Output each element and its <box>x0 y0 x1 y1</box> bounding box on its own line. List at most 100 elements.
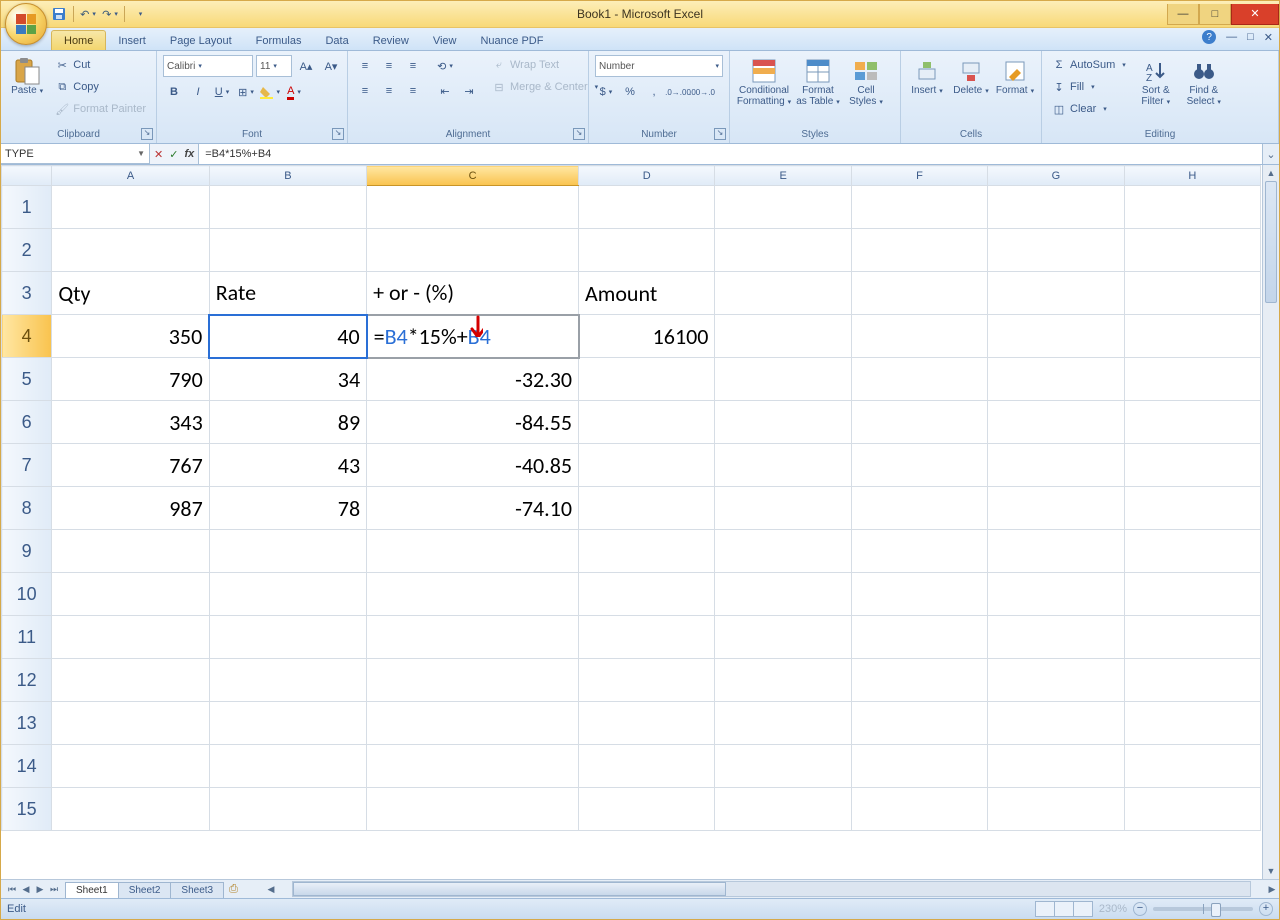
sheet-tab[interactable]: Sheet3 <box>170 882 224 898</box>
cell[interactable]: 78 <box>209 487 366 530</box>
cell[interactable] <box>52 745 209 788</box>
merge-center-button[interactable]: ⊟Merge & Center▾ <box>488 77 602 97</box>
row-header[interactable]: 8 <box>2 487 52 530</box>
italic-button[interactable]: I <box>187 81 209 103</box>
cell[interactable] <box>851 186 987 229</box>
wrap-text-button[interactable]: ⤶Wrap Text <box>488 55 602 75</box>
cell[interactable] <box>988 530 1124 573</box>
cell[interactable]: 89 <box>209 401 366 444</box>
mdi-restore-button[interactable]: □ <box>1247 31 1254 43</box>
tab-insert[interactable]: Insert <box>106 31 158 50</box>
redo-icon[interactable]: ↷▾ <box>102 6 118 22</box>
cell[interactable] <box>715 616 851 659</box>
cell[interactable] <box>988 315 1124 358</box>
accounting-button[interactable]: $▾ <box>595 81 617 103</box>
cell[interactable] <box>851 444 987 487</box>
cell[interactable] <box>52 530 209 573</box>
column-header[interactable]: E <box>715 166 851 186</box>
font-size-combo[interactable]: 11▾ <box>256 55 292 77</box>
align-middle-button[interactable]: ≡ <box>378 55 400 77</box>
cell[interactable] <box>715 358 851 401</box>
autosum-button[interactable]: ΣAutoSum▾ <box>1048 55 1130 75</box>
cell[interactable] <box>52 616 209 659</box>
cell[interactable] <box>715 272 851 315</box>
cell[interactable] <box>715 659 851 702</box>
decrease-indent-button[interactable]: ⇤ <box>434 80 456 102</box>
cell[interactable] <box>367 573 579 616</box>
save-icon[interactable] <box>51 6 67 22</box>
cell[interactable] <box>209 229 366 272</box>
bold-button[interactable]: B <box>163 81 185 103</box>
align-center-button[interactable]: ≡ <box>378 80 400 102</box>
sheet-nav-last-icon[interactable]: ⏭ <box>47 884 61 895</box>
column-header[interactable]: C <box>367 166 579 186</box>
expand-formula-bar-icon[interactable]: ⌄ <box>1262 144 1279 164</box>
cell[interactable] <box>1124 444 1260 487</box>
new-sheet-button[interactable]: ⎙ <box>223 883 244 896</box>
cell[interactable] <box>1124 702 1260 745</box>
underline-button[interactable]: U▾ <box>211 81 233 103</box>
format-cells-button[interactable]: Format▾ <box>995 55 1035 97</box>
cell[interactable] <box>209 745 366 788</box>
page-layout-view-button[interactable] <box>1054 901 1074 917</box>
cell[interactable]: 790 <box>52 358 209 401</box>
row-header[interactable]: 14 <box>2 745 52 788</box>
zoom-in-button[interactable]: + <box>1259 902 1273 916</box>
cell[interactable] <box>367 530 579 573</box>
cell[interactable] <box>1124 487 1260 530</box>
insert-cells-button[interactable]: Insert▾ <box>907 55 947 97</box>
cell[interactable] <box>579 444 715 487</box>
tab-home[interactable]: Home <box>51 30 106 50</box>
fill-button[interactable]: ↧Fill▾ <box>1048 77 1130 97</box>
cell[interactable] <box>1124 530 1260 573</box>
clear-button[interactable]: ◫Clear▾ <box>1048 99 1130 119</box>
row-header[interactable]: 4 <box>2 315 52 358</box>
cut-button[interactable]: ✂Cut <box>51 55 150 75</box>
cell[interactable] <box>579 616 715 659</box>
cell[interactable] <box>851 487 987 530</box>
qat-customize-icon[interactable]: ▾ <box>131 6 147 22</box>
row-header[interactable]: 1 <box>2 186 52 229</box>
office-button[interactable] <box>5 3 47 45</box>
cell[interactable]: =B4*15%+B4 <box>367 315 579 358</box>
cell[interactable]: 16100 <box>579 315 715 358</box>
format-as-table-button[interactable]: Format as Table▾ <box>796 55 840 108</box>
cell[interactable] <box>988 272 1124 315</box>
increase-decimal-button[interactable]: .0→.00 <box>667 81 689 103</box>
name-box[interactable]: TYPE▼ <box>1 144 150 164</box>
cell[interactable] <box>851 616 987 659</box>
cell[interactable]: 767 <box>52 444 209 487</box>
scroll-down-icon[interactable]: ▼ <box>1263 863 1279 879</box>
column-header[interactable]: B <box>209 166 366 186</box>
sort-filter-button[interactable]: AZSort & Filter▾ <box>1134 55 1178 108</box>
percent-button[interactable]: % <box>619 81 641 103</box>
number-dialog-launcher[interactable]: ↘ <box>714 128 726 140</box>
cell[interactable]: -40.85 <box>367 444 579 487</box>
comma-button[interactable]: , <box>643 81 665 103</box>
border-button[interactable]: ⊞▾ <box>235 81 257 103</box>
row-header[interactable]: 3 <box>2 272 52 315</box>
cell[interactable] <box>579 788 715 831</box>
font-name-combo[interactable]: Calibri▾ <box>163 55 253 77</box>
cell[interactable] <box>1124 401 1260 444</box>
column-header[interactable]: A <box>52 166 209 186</box>
close-button[interactable]: ✕ <box>1231 4 1279 25</box>
cell[interactable] <box>715 444 851 487</box>
cell[interactable] <box>209 573 366 616</box>
cell[interactable] <box>579 659 715 702</box>
cell[interactable] <box>367 229 579 272</box>
row-header[interactable]: 9 <box>2 530 52 573</box>
cell[interactable] <box>715 186 851 229</box>
decrease-decimal-button[interactable]: .00→.0 <box>691 81 713 103</box>
normal-view-button[interactable] <box>1035 901 1055 917</box>
zoom-slider[interactable] <box>1153 907 1253 911</box>
cell[interactable] <box>579 358 715 401</box>
cell[interactable] <box>715 788 851 831</box>
column-header[interactable]: F <box>851 166 987 186</box>
cell[interactable] <box>579 530 715 573</box>
row-header[interactable]: 12 <box>2 659 52 702</box>
sheet-nav-next-icon[interactable]: ▶ <box>33 884 47 895</box>
tab-formulas[interactable]: Formulas <box>244 31 314 50</box>
tab-data[interactable]: Data <box>313 31 360 50</box>
conditional-formatting-button[interactable]: Conditional Formatting▾ <box>736 55 792 108</box>
